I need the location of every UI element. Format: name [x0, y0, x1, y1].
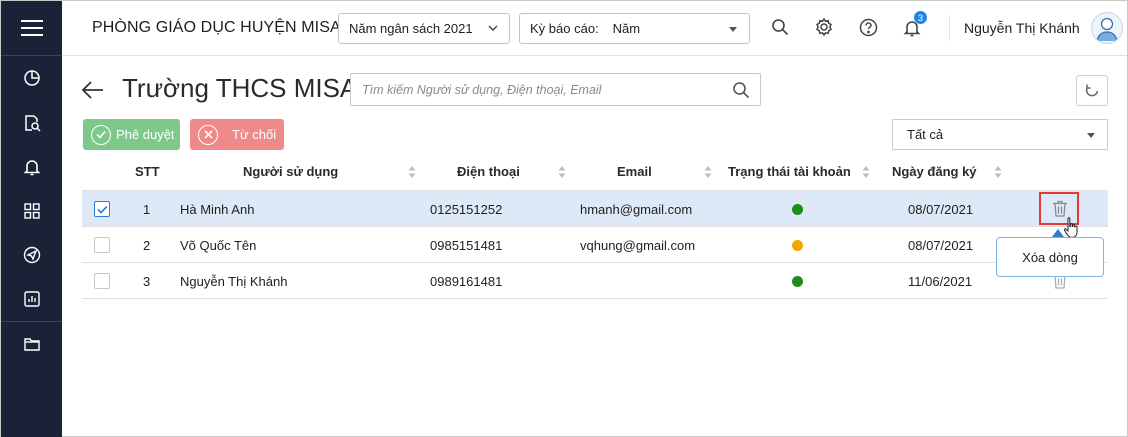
- help-icon: [859, 18, 877, 36]
- cell-stt: 2: [143, 238, 151, 253]
- column-header-email[interactable]: Email: [617, 164, 652, 179]
- document-search-icon: [24, 115, 41, 132]
- row-checkbox[interactable]: [94, 201, 110, 217]
- pie-chart-icon: [23, 70, 40, 86]
- column-header-stt[interactable]: STT: [135, 164, 160, 179]
- grid-icon: [23, 203, 40, 219]
- sort-icon[interactable]: [862, 165, 870, 179]
- send-icon: [23, 246, 40, 264]
- budget-year-value: Năm ngân sách 2021: [349, 21, 473, 36]
- org-name: PHÒNG GIÁO DỤC HUYỆN MISA: [92, 19, 341, 36]
- report-period-label: Kỳ báo cáo:: [530, 21, 599, 36]
- help-button[interactable]: [857, 16, 879, 38]
- hamburger-icon: [20, 20, 43, 36]
- check-circle-icon: [91, 124, 111, 145]
- cell-user: Hà Minh Anh: [180, 202, 255, 217]
- user-avatar-icon: [1096, 17, 1118, 42]
- sort-icon[interactable]: [994, 165, 1002, 179]
- cell-stt: 1: [143, 202, 151, 217]
- top-header: PHÒNG GIÁO DỤC HUYỆN MISA Năm ngân sách …: [62, 1, 1127, 56]
- cell-phone: 0985151481: [430, 238, 503, 253]
- page-title: Trường THCS MISA: [122, 73, 358, 103]
- menu-toggle-button[interactable]: [1, 1, 62, 56]
- avatar[interactable]: [1091, 12, 1123, 44]
- column-header-phone[interactable]: Điện thoại: [457, 164, 520, 179]
- report-period-select[interactable]: Kỳ báo cáo: Năm: [519, 13, 750, 44]
- column-header-user[interactable]: Người sử dụng: [243, 164, 338, 179]
- search-input[interactable]: [351, 74, 721, 105]
- cell-stt: 3: [143, 274, 151, 289]
- row-checkbox[interactable]: [94, 273, 110, 289]
- search-icon: [772, 19, 789, 36]
- cell-date: 11/06/2021: [908, 274, 973, 289]
- status-dot: [792, 204, 803, 215]
- row-checkbox[interactable]: [94, 237, 110, 253]
- users-table: STT Người sử dụng Điện thoại Email Trạng…: [82, 154, 1108, 299]
- status-dot: [792, 276, 803, 287]
- cell-phone: 0125151252: [430, 202, 503, 217]
- refresh-icon: [1085, 84, 1099, 96]
- search-button[interactable]: [769, 16, 791, 38]
- sidebar-item-notifications[interactable]: [1, 152, 62, 182]
- sidebar-item-send[interactable]: [1, 240, 62, 270]
- budget-year-select[interactable]: Năm ngân sách 2021: [338, 13, 510, 44]
- notification-badge: 3: [914, 11, 927, 24]
- tooltip-arrow: [1052, 229, 1064, 237]
- sidebar-item-modules[interactable]: [1, 196, 62, 226]
- bar-chart-icon: [23, 291, 40, 307]
- x-circle-icon: [198, 124, 218, 145]
- cell-user: Nguyễn Thị Khánh: [180, 274, 288, 289]
- approve-label: Phê duyệt: [116, 127, 175, 142]
- sidebar-item-lookup[interactable]: [1, 108, 62, 138]
- back-button[interactable]: [81, 79, 105, 101]
- approve-button[interactable]: Phê duyệt: [83, 119, 180, 150]
- status-dot: [792, 240, 803, 251]
- table-row[interactable]: 2 Võ Quốc Tên 0985151481 vqhung@gmail.co…: [82, 227, 1108, 263]
- column-header-date[interactable]: Ngày đăng ký: [892, 164, 977, 179]
- cell-phone: 0989161481: [430, 274, 503, 289]
- delete-row-tooltip: Xóa dòng: [996, 237, 1104, 277]
- search-icon[interactable]: [732, 81, 750, 99]
- sort-icon[interactable]: [408, 165, 416, 179]
- chevron-down-icon: [488, 25, 498, 31]
- sidebar-item-dashboard[interactable]: [1, 63, 62, 93]
- status-filter-select[interactable]: Tất cả: [892, 119, 1108, 150]
- sort-icon[interactable]: [558, 165, 566, 179]
- reject-button[interactable]: Từ chối: [190, 119, 284, 150]
- gear-icon: [816, 17, 832, 37]
- caret-down-icon: [729, 27, 737, 32]
- bell-icon: [23, 160, 40, 176]
- table-row[interactable]: 3 Nguyễn Thị Khánh 0989161481 11/06/2021: [82, 263, 1108, 299]
- table-header: STT Người sử dụng Điện thoại Email Trạng…: [82, 154, 1108, 191]
- report-period-value: Năm: [612, 21, 641, 36]
- header-divider: [949, 15, 950, 41]
- trash-icon[interactable]: [1052, 200, 1068, 217]
- cell-email: hmanh@gmail.com: [580, 202, 693, 217]
- caret-down-icon: [1087, 133, 1095, 138]
- sidebar-item-files[interactable]: [1, 329, 62, 359]
- search-box: [350, 73, 761, 106]
- cell-email: vqhung@gmail.com: [580, 238, 696, 253]
- check-icon: [96, 205, 108, 214]
- reject-label: Từ chối: [232, 127, 277, 142]
- sidebar-item-reports[interactable]: [1, 284, 62, 314]
- arrow-left-icon: [81, 81, 103, 99]
- user-name[interactable]: Nguyễn Thị Khánh: [964, 20, 1080, 36]
- settings-button[interactable]: [813, 16, 835, 38]
- status-filter-value: Tất cả: [907, 127, 944, 142]
- sidebar-divider: [1, 321, 62, 322]
- refresh-button[interactable]: [1076, 75, 1108, 106]
- cell-user: Võ Quốc Tên: [180, 238, 257, 253]
- table-row[interactable]: 1 Hà Minh Anh 0125151252 hmanh@gmail.com…: [82, 191, 1108, 238]
- sidebar: [1, 1, 62, 437]
- notification-button[interactable]: 3: [901, 11, 927, 38]
- sort-icon[interactable]: [704, 165, 712, 179]
- column-header-status[interactable]: Trạng thái tài khoản: [728, 164, 851, 179]
- cell-date: 08/07/2021: [908, 202, 974, 217]
- folder-icon: [23, 338, 40, 351]
- cell-date: 08/07/2021: [908, 238, 974, 253]
